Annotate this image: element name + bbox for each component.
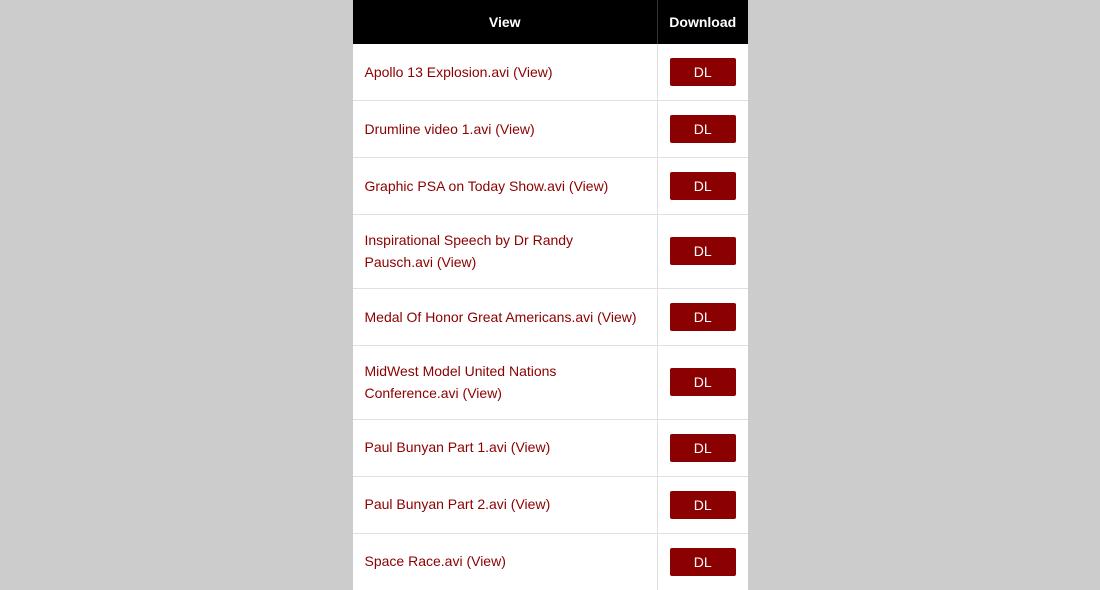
file-table-container: View Download Apollo 13 Explosion.avi (V…: [353, 0, 748, 590]
header-view: View: [353, 0, 658, 44]
download-cell: DL: [658, 288, 748, 345]
table-row: Graphic PSA on Today Show.avi (View) DL: [353, 158, 748, 215]
download-button[interactable]: DL: [670, 368, 736, 396]
view-link[interactable]: Paul Bunyan Part 1.avi (View): [365, 439, 551, 455]
view-link[interactable]: Drumline video 1.avi (View): [365, 121, 535, 137]
view-link[interactable]: Inspirational Speech by Dr Randy Pausch.…: [365, 232, 574, 270]
download-cell: DL: [658, 158, 748, 215]
download-cell: DL: [658, 476, 748, 533]
table-row: MidWest Model United Nations Conference.…: [353, 345, 748, 419]
table-row: Paul Bunyan Part 1.avi (View) DL: [353, 419, 748, 476]
header-download: Download: [658, 0, 748, 44]
view-cell: MidWest Model United Nations Conference.…: [353, 345, 658, 419]
download-cell: DL: [658, 101, 748, 158]
download-button[interactable]: DL: [670, 115, 736, 143]
download-button[interactable]: DL: [670, 172, 736, 200]
view-cell: Medal Of Honor Great Americans.avi (View…: [353, 288, 658, 345]
view-cell: Paul Bunyan Part 2.avi (View): [353, 476, 658, 533]
view-cell: Inspirational Speech by Dr Randy Pausch.…: [353, 215, 658, 289]
table-row: Apollo 13 Explosion.avi (View) DL: [353, 44, 748, 101]
table-row: Inspirational Speech by Dr Randy Pausch.…: [353, 215, 748, 289]
download-cell: DL: [658, 345, 748, 419]
view-cell: Space Race.avi (View): [353, 533, 658, 590]
table-row: Paul Bunyan Part 2.avi (View) DL: [353, 476, 748, 533]
view-cell: Paul Bunyan Part 1.avi (View): [353, 419, 658, 476]
view-link[interactable]: Graphic PSA on Today Show.avi (View): [365, 178, 609, 194]
download-button[interactable]: DL: [670, 58, 736, 86]
file-table: View Download Apollo 13 Explosion.avi (V…: [353, 0, 748, 590]
view-link[interactable]: Paul Bunyan Part 2.avi (View): [365, 496, 551, 512]
table-row: Space Race.avi (View) DL: [353, 533, 748, 590]
view-link[interactable]: MidWest Model United Nations Conference.…: [365, 363, 557, 401]
download-cell: DL: [658, 419, 748, 476]
download-button[interactable]: DL: [670, 548, 736, 576]
view-cell: Drumline video 1.avi (View): [353, 101, 658, 158]
view-link[interactable]: Apollo 13 Explosion.avi (View): [365, 64, 553, 80]
download-cell: DL: [658, 215, 748, 289]
download-cell: DL: [658, 533, 748, 590]
view-link[interactable]: Medal Of Honor Great Americans.avi (View…: [365, 309, 637, 325]
download-button[interactable]: DL: [670, 237, 736, 265]
download-button[interactable]: DL: [670, 303, 736, 331]
download-cell: DL: [658, 44, 748, 101]
view-cell: Apollo 13 Explosion.avi (View): [353, 44, 658, 101]
download-button[interactable]: DL: [670, 491, 736, 519]
table-row: Medal Of Honor Great Americans.avi (View…: [353, 288, 748, 345]
table-row: Drumline video 1.avi (View) DL: [353, 101, 748, 158]
download-button[interactable]: DL: [670, 434, 736, 462]
view-link[interactable]: Space Race.avi (View): [365, 553, 506, 569]
view-cell: Graphic PSA on Today Show.avi (View): [353, 158, 658, 215]
